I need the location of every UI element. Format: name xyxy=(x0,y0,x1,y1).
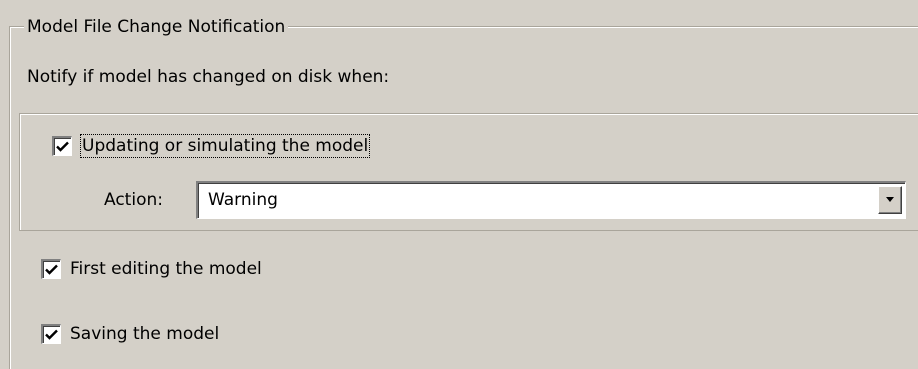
notify-label: Notify if model has changed on disk when… xyxy=(27,67,390,87)
saving-checkbox-row[interactable]: Saving the model xyxy=(41,323,219,345)
saving-checkbox[interactable] xyxy=(41,324,61,344)
group-frame-left-highlight xyxy=(10,27,11,369)
check-icon xyxy=(45,264,58,275)
action-dropdown-value: Warning xyxy=(208,190,278,210)
action-label: Action: xyxy=(104,190,163,210)
updating-label[interactable]: Updating or simulating the model xyxy=(79,134,371,158)
saving-label[interactable]: Saving the model xyxy=(70,323,219,345)
first-editing-checkbox-row[interactable]: First editing the model xyxy=(41,258,262,280)
model-file-change-notification-panel: Model File Change Notification Notify if… xyxy=(0,0,918,369)
updating-checkbox[interactable] xyxy=(52,136,72,156)
first-editing-checkbox[interactable] xyxy=(41,259,61,279)
check-icon xyxy=(56,141,69,152)
updating-checkbox-row[interactable]: Updating or simulating the model xyxy=(52,134,371,158)
check-icon xyxy=(45,329,58,340)
action-dropdown[interactable]: Warning xyxy=(196,181,906,219)
first-editing-label[interactable]: First editing the model xyxy=(70,258,262,280)
action-dropdown-button[interactable] xyxy=(878,186,902,214)
group-title: Model File Change Notification xyxy=(24,16,289,38)
chevron-down-icon xyxy=(886,197,894,202)
